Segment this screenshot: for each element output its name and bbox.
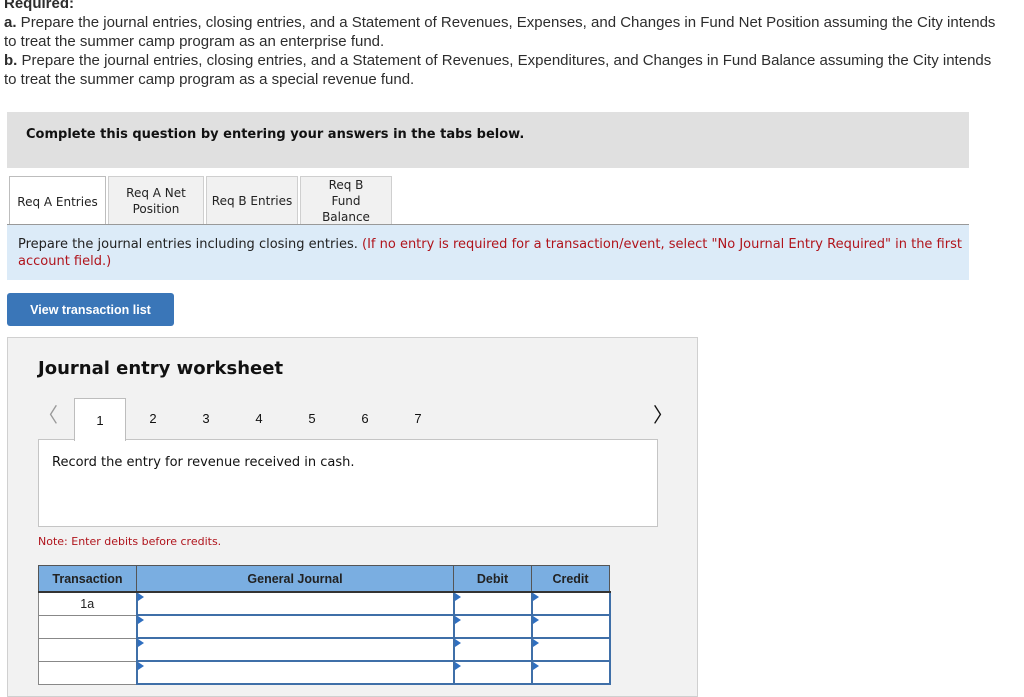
worksheet-step-6[interactable]: 6 <box>339 398 391 439</box>
debits-credits-note: Note: Enter debits before credits. <box>38 535 222 548</box>
requirement-a: a. Prepare the journal entries, closing … <box>4 13 1004 51</box>
requirement-b: b. Prepare the journal entries, closing … <box>4 51 1004 89</box>
account-cell[interactable] <box>135 614 455 639</box>
debit-input[interactable] <box>454 639 531 660</box>
chevron-left-icon[interactable]: 〈 <box>38 399 58 428</box>
view-transaction-list-button[interactable]: View transaction list <box>7 293 174 326</box>
table-row <box>38 614 611 639</box>
credit-input[interactable] <box>532 662 609 683</box>
instructions-text: Prepare the journal entries including cl… <box>18 236 963 270</box>
account-cell[interactable] <box>135 637 455 662</box>
account-input[interactable] <box>137 593 453 614</box>
required-heading: Required: <box>4 0 75 12</box>
header-general-journal: General Journal <box>136 565 454 593</box>
debit-cell[interactable] <box>452 637 533 662</box>
table-row <box>38 660 611 685</box>
credit-cell[interactable] <box>530 591 611 616</box>
worksheet-step-4[interactable]: 4 <box>233 398 285 439</box>
requirements-text: Required: a. Prepare the journal entries… <box>4 0 1004 89</box>
worksheet-step-3[interactable]: 3 <box>180 398 232 439</box>
debit-cell[interactable] <box>452 614 533 639</box>
requirement-a-text: Prepare the journal entries, closing ent… <box>4 14 996 50</box>
credit-cell[interactable] <box>530 660 611 685</box>
transaction-cell: 1a <box>38 591 137 616</box>
entry-description: Record the entry for revenue received in… <box>52 455 355 470</box>
header-debit: Debit <box>453 565 532 593</box>
table-header-row: Transaction General Journal Debit Credit <box>38 565 610 593</box>
account-input[interactable] <box>137 639 453 660</box>
table-row <box>38 637 611 662</box>
credit-cell[interactable] <box>530 614 611 639</box>
transaction-cell <box>38 637 137 662</box>
account-input[interactable] <box>137 662 453 683</box>
worksheet-step-2[interactable]: 2 <box>127 398 179 439</box>
debit-input[interactable] <box>454 662 531 683</box>
header-transaction: Transaction <box>38 565 137 593</box>
journal-entry-worksheet: Journal entry worksheet 〈 1 2 3 4 5 6 7 … <box>7 337 698 697</box>
requirement-a-label: a. <box>4 14 17 31</box>
account-cell[interactable] <box>135 591 455 616</box>
worksheet-title: Journal entry worksheet <box>38 358 284 379</box>
tab-req-a-entries[interactable]: Req A Entries <box>9 176 106 226</box>
debit-cell[interactable] <box>452 591 533 616</box>
credit-input[interactable] <box>532 639 609 660</box>
transaction-cell <box>38 614 137 639</box>
tab-req-b-fund-balance[interactable]: Req B Fund Balance <box>300 176 392 225</box>
complete-question-text: Complete this question by entering your … <box>26 127 525 142</box>
requirement-tabs: Req A Entries Req A Net Position Req B E… <box>9 176 394 226</box>
worksheet-step-1[interactable]: 1 <box>74 398 126 441</box>
worksheet-step-7[interactable]: 7 <box>392 398 444 439</box>
account-cell[interactable] <box>135 660 455 685</box>
tab-req-a-net-position[interactable]: Req A Net Position <box>108 176 204 225</box>
credit-cell[interactable] <box>530 637 611 662</box>
account-input[interactable] <box>137 616 453 637</box>
chevron-right-icon[interactable]: 〉 <box>653 399 673 428</box>
debit-input[interactable] <box>454 593 531 614</box>
tab-req-b-entries[interactable]: Req B Entries <box>206 176 298 225</box>
entry-description-box: Record the entry for revenue received in… <box>38 439 658 527</box>
table-row: 1a <box>38 591 611 616</box>
requirement-b-label: b. <box>4 52 18 69</box>
general-journal-table: Transaction General Journal Debit Credit… <box>38 565 611 685</box>
instructions-main: Prepare the journal entries including cl… <box>18 237 362 252</box>
header-credit: Credit <box>531 565 610 593</box>
credit-input[interactable] <box>532 616 609 637</box>
worksheet-step-5[interactable]: 5 <box>286 398 338 439</box>
debit-cell[interactable] <box>452 660 533 685</box>
transaction-cell <box>38 660 137 685</box>
debit-input[interactable] <box>454 616 531 637</box>
instructions-panel: Prepare the journal entries including cl… <box>7 225 969 280</box>
complete-question-banner: Complete this question by entering your … <box>7 112 969 168</box>
requirement-b-text: Prepare the journal entries, closing ent… <box>4 52 992 88</box>
credit-input[interactable] <box>532 593 609 614</box>
